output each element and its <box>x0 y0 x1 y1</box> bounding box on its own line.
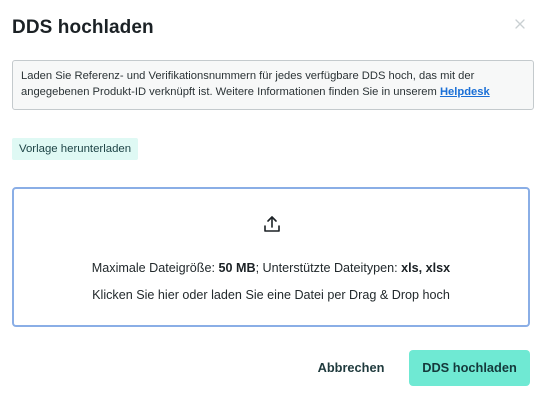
size-prefix: Maximale Dateigröße: <box>91 261 219 275</box>
file-types-value: xls, xlsx <box>401 261 451 275</box>
dropzone-hint: Klicken Sie hier oder laden Sie eine Dat… <box>92 288 450 302</box>
dialog-title: DDS hochladen <box>12 17 154 38</box>
helpdesk-link[interactable]: Helpdesk <box>440 86 490 98</box>
upload-dds-dialog: DDS hochladen Laden Sie Referenz- und Ve… <box>0 0 546 398</box>
download-template-button[interactable]: Vorlage herunterladen <box>12 138 139 160</box>
info-notice: Laden Sie Referenz- und Verifikationsnum… <box>12 60 534 110</box>
file-dropzone[interactable]: Maximale Dateigröße: 50 MB; Unterstützte… <box>12 187 530 327</box>
info-text: Laden Sie Referenz- und Verifikationsnum… <box>21 70 475 98</box>
upload-dds-button[interactable]: DDS hochladen <box>409 350 530 386</box>
max-size-value: 50 MB <box>218 261 256 275</box>
close-icon[interactable] <box>512 16 528 32</box>
upload-icon <box>262 214 282 234</box>
types-prefix: ; Unterstützte Dateitypen: <box>255 261 402 275</box>
cancel-button[interactable]: Abbrechen <box>306 350 396 386</box>
file-requirements: Maximale Dateigröße: 50 MB; Unterstützte… <box>14 261 528 275</box>
